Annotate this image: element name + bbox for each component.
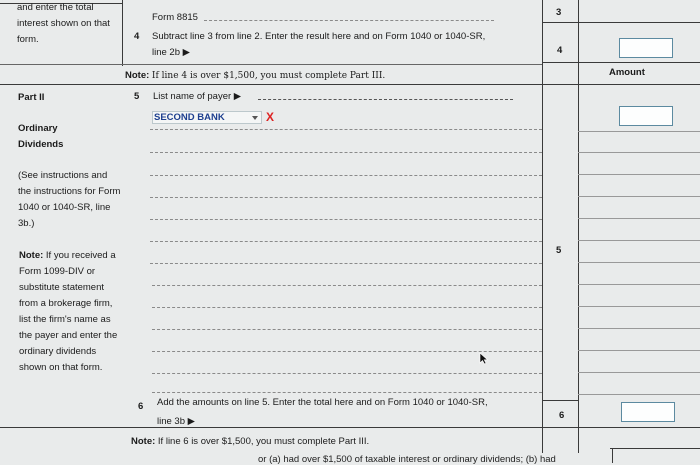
note6: Note: If line 6 is over $1,500, you must… <box>131 437 369 447</box>
note4: Note: If line 4 is over $1,500, you must… <box>125 71 385 81</box>
payer-row-13[interactable] <box>152 392 542 393</box>
amount-row-2 <box>578 152 700 153</box>
payer-name-select[interactable]: SECOND BANK <box>152 111 262 124</box>
amount-row-3 <box>578 174 700 175</box>
note4-label: Note: <box>125 70 150 81</box>
amount-line3-rule <box>578 22 700 23</box>
payer-row-7[interactable] <box>150 263 542 264</box>
payer-row-1[interactable] <box>150 129 542 130</box>
line4-amount-rule <box>542 62 700 63</box>
line6-box-number: 6 <box>559 410 565 421</box>
amount-row-1 <box>578 131 700 132</box>
line4-number: 4 <box>134 31 140 42</box>
amount-row-13 <box>578 394 700 395</box>
amount-row-8 <box>578 284 700 285</box>
chevron-down-icon[interactable] <box>252 115 258 120</box>
remove-payer-icon[interactable]: X <box>266 110 274 124</box>
amount-row-6 <box>578 240 700 241</box>
line5-number: 5 <box>134 91 140 102</box>
amount-header: Amount <box>609 67 645 78</box>
payer-row-10[interactable] <box>152 329 542 330</box>
line6-bottom-rule <box>0 427 700 428</box>
payer1-amount-input[interactable] <box>619 106 673 126</box>
note6-body: If line 6 is over $1,500, you must compl… <box>157 436 370 447</box>
payer-name-dash-line <box>258 99 513 100</box>
note6-rule <box>610 448 700 449</box>
leader-dots-line3 <box>204 20 494 21</box>
amount-row-11 <box>578 350 700 351</box>
bottom-divider <box>612 448 613 463</box>
line4-text-2: line 2b ▶ <box>152 47 190 58</box>
payer-row-5[interactable] <box>150 219 542 220</box>
mouse-cursor-icon <box>479 352 489 365</box>
line6-text-2: line 3b ▶ <box>157 416 195 427</box>
note-text: Note: If you received a Form 1099-DIV or… <box>19 248 119 376</box>
line6-total-input[interactable] <box>621 402 675 422</box>
line5-text: List name of payer ▶ <box>153 91 242 102</box>
note-label: Note: <box>19 250 44 261</box>
payer-row-4[interactable] <box>150 197 542 198</box>
form8815-label: Form 8815 <box>152 12 198 23</box>
line3-number: 3 <box>556 7 562 18</box>
section-title: Ordinary Dividends <box>18 123 64 150</box>
payer-row-3[interactable] <box>150 175 542 176</box>
note-body: If you received a Form 1099-DIV or subst… <box>19 250 118 373</box>
payer-row-2[interactable] <box>150 152 542 153</box>
amount-row-12 <box>578 372 700 373</box>
line4-amount-input[interactable] <box>619 38 673 58</box>
payer-row-12[interactable] <box>152 373 542 374</box>
part3-cut-text: or (a) had over $1,500 of taxable intere… <box>258 454 556 465</box>
line4-box-number: 4 <box>557 45 563 56</box>
see-instructions-text: (See instructions and the instructions f… <box>18 170 121 229</box>
line6-text: Add the amounts on line 5. Enter the tot… <box>157 397 488 408</box>
line4-text: Subtract line 3 from line 2. Enter the r… <box>152 31 486 42</box>
note4-rule <box>0 64 542 65</box>
amount-column-left-rule <box>542 0 543 453</box>
line3-rule <box>542 22 578 23</box>
payer-selected-value: SECOND BANK <box>154 112 225 123</box>
amount-row-5 <box>578 218 700 219</box>
line5-box-number: 5 <box>556 245 562 256</box>
interest-instruction-text: and enter the total interest shown on th… <box>17 2 110 45</box>
part2-rule <box>0 84 700 85</box>
schedule-b-form: and enter the total interest shown on th… <box>0 0 700 465</box>
amount-row-4 <box>578 196 700 197</box>
note4-body: If line 4 is over $1,500, you must compl… <box>151 71 386 81</box>
line6-top-rule <box>542 400 578 401</box>
line-number-column-right-rule <box>578 0 579 453</box>
amount-row-9 <box>578 306 700 307</box>
note6-label: Note: <box>131 436 156 447</box>
amount-row-10 <box>578 328 700 329</box>
part-label: Part II <box>18 92 45 103</box>
amount-row-7 <box>578 262 700 263</box>
payer-row-9[interactable] <box>152 307 542 308</box>
left-divider-top <box>122 0 123 66</box>
line6-number: 6 <box>138 401 144 412</box>
payer-row-6[interactable] <box>150 241 542 242</box>
payer-row-8[interactable] <box>152 285 542 286</box>
